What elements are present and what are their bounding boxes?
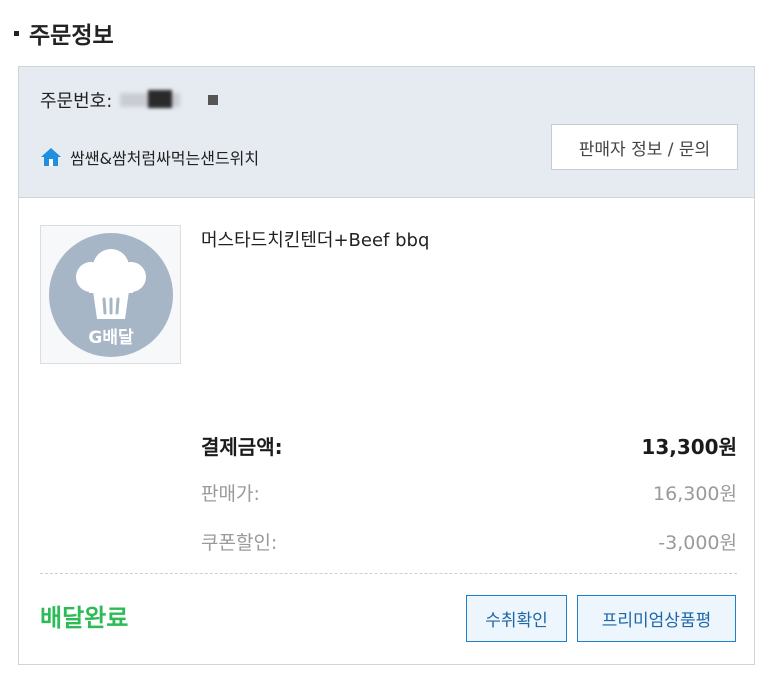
chef-hat-icon: G배달 — [48, 232, 173, 357]
total-value: 13,300원 — [641, 435, 737, 459]
confirm-receipt-button[interactable]: 수취확인 — [466, 595, 567, 642]
total-label: 결제금액: — [201, 435, 283, 459]
section-header: 주문정보 — [14, 16, 114, 50]
order-card: 주문번호: 쌈쌘&쌈처럼싸먹는샌드위치 판매자 정보 / 문의 G배달 머스타드… — [18, 66, 755, 665]
coupon-value: -3,000원 — [658, 532, 737, 554]
order-number-label: 주문번호: — [40, 91, 113, 112]
home-icon — [40, 147, 62, 167]
thumbnail-label: G배달 — [88, 327, 134, 348]
product-thumbnail[interactable]: G배달 — [40, 225, 181, 364]
order-header: 주문번호: 쌈쌘&쌈처럼싸먹는샌드위치 판매자 정보 / 문의 — [19, 67, 754, 198]
seller-info-button[interactable]: 판매자 정보 / 문의 — [551, 124, 738, 170]
order-number: 주문번호: — [40, 87, 230, 113]
section-title: 주문정보 — [29, 23, 114, 49]
sale-value: 16,300원 — [653, 483, 737, 505]
store-name: 쌈쌘&쌈처럼싸먹는샌드위치 — [70, 149, 260, 168]
coupon-label: 쿠폰할인: — [201, 532, 278, 554]
bullet-icon — [14, 30, 19, 36]
masked-order-number — [120, 89, 230, 111]
sale-price-row: 판매가: 16,300원 — [201, 479, 737, 506]
dashed-divider — [40, 573, 737, 574]
store-link[interactable]: 쌈쌘&쌈처럼싸먹는샌드위치 — [40, 145, 259, 169]
product-name[interactable]: 머스타드치킨텐더+Beef bbq — [201, 226, 429, 252]
delivery-status: 배달완료 — [40, 604, 129, 632]
coupon-discount-row: 쿠폰할인: -3,000원 — [201, 528, 737, 555]
premium-review-button[interactable]: 프리미엄상품평 — [577, 595, 736, 642]
total-price-row: 결제금액: 13,300원 — [201, 431, 737, 460]
sale-label: 판매가: — [201, 483, 260, 505]
